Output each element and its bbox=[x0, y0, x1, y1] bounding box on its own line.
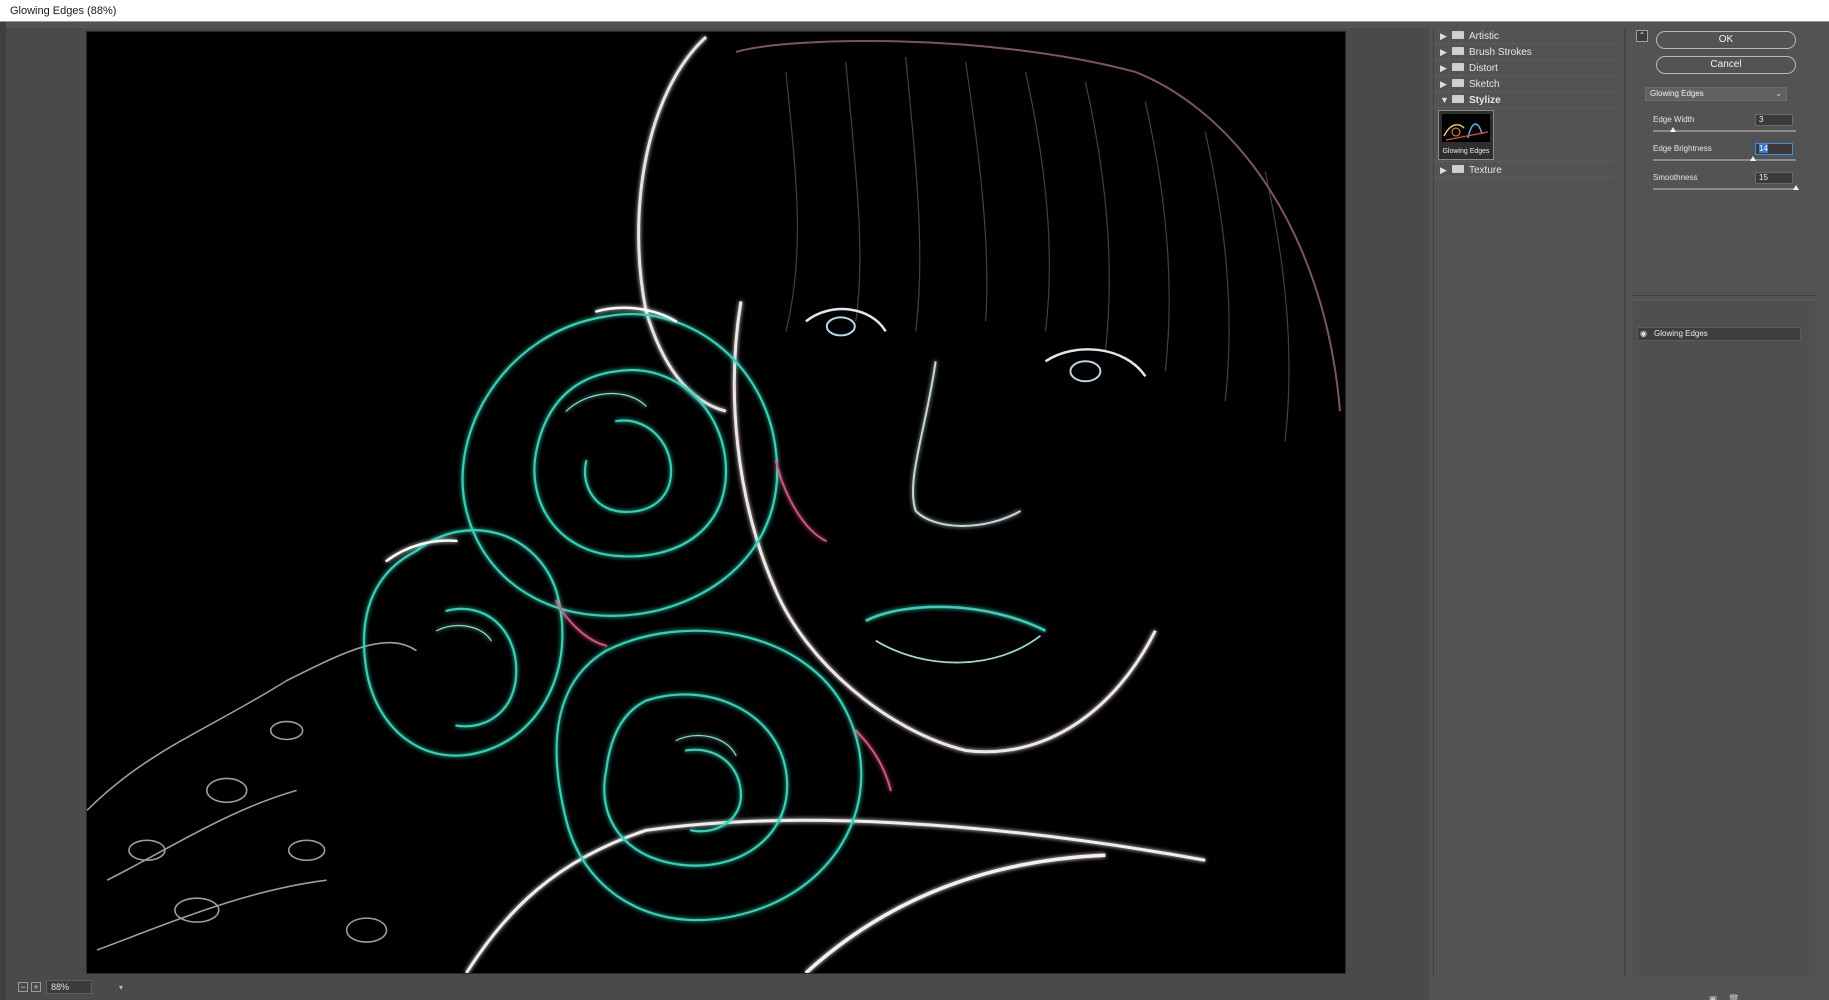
category-label: Sketch bbox=[1469, 79, 1500, 90]
filter-settings-panel: ⌃ OK Cancel Glowing Edges ⌄ Edge Width 3… bbox=[1633, 28, 1815, 296]
edge-width-value: 3 bbox=[1759, 115, 1764, 124]
category-label: Distort bbox=[1469, 63, 1498, 74]
edge-brightness-label: Edge Brightness bbox=[1653, 144, 1712, 153]
edge-brightness-slider[interactable] bbox=[1653, 159, 1796, 161]
zoom-out-icon: − bbox=[20, 982, 26, 992]
disclosure-right-icon[interactable]: ▶ bbox=[1440, 162, 1452, 178]
chevron-down-icon: ⌄ bbox=[1775, 89, 1782, 98]
new-effect-layer-icon[interactable]: ▣ bbox=[1708, 994, 1718, 1000]
zoom-field[interactable]: 88% ▾ bbox=[46, 980, 123, 994]
stylize-thumbnails: Glowing Edges bbox=[1434, 108, 1615, 162]
zoom-value: 88% bbox=[51, 982, 70, 992]
edge-width-input[interactable]: 3 bbox=[1755, 114, 1793, 126]
folder-icon bbox=[1452, 165, 1464, 174]
panel-divider[interactable] bbox=[1624, 28, 1626, 976]
filter-select[interactable]: Glowing Edges ⌄ bbox=[1645, 87, 1787, 101]
smoothness-value: 15 bbox=[1759, 173, 1768, 182]
zoom-out-button[interactable]: − bbox=[18, 982, 28, 992]
disclosure-right-icon[interactable]: ▶ bbox=[1440, 60, 1452, 76]
thumbnail-image bbox=[1442, 114, 1490, 142]
status-bar: − + 88% ▾ bbox=[6, 976, 1429, 1000]
category-artistic[interactable]: ▶ Artistic bbox=[1434, 28, 1615, 44]
smoothness-label: Smoothness bbox=[1653, 173, 1698, 182]
category-label: Texture bbox=[1469, 165, 1502, 176]
effect-layer-row[interactable]: ◉ Glowing Edges bbox=[1637, 327, 1801, 341]
edge-brightness-slider-handle[interactable] bbox=[1750, 156, 1757, 161]
edge-width-slider-handle[interactable] bbox=[1670, 127, 1677, 132]
category-label: Brush Strokes bbox=[1469, 47, 1532, 58]
chevron-down-icon[interactable]: ▾ bbox=[119, 983, 123, 992]
effect-layers-panel: ◉ Glowing Edges bbox=[1633, 300, 1815, 976]
folder-icon bbox=[1452, 95, 1464, 104]
smoothness-slider[interactable] bbox=[1653, 188, 1796, 190]
zoom-in-icon: + bbox=[33, 982, 39, 992]
preview-area bbox=[6, 28, 1429, 976]
folder-icon bbox=[1452, 63, 1464, 72]
category-brush-strokes[interactable]: ▶ Brush Strokes bbox=[1434, 44, 1615, 60]
thumbnail-caption: Glowing Edges bbox=[1442, 148, 1490, 155]
disclosure-right-icon[interactable]: ▶ bbox=[1440, 44, 1452, 60]
window-title: Glowing Edges (88%) bbox=[10, 5, 117, 17]
disclosure-right-icon[interactable]: ▶ bbox=[1440, 28, 1452, 44]
edge-brightness-input[interactable]: 14 bbox=[1755, 143, 1793, 155]
folder-icon bbox=[1452, 79, 1464, 88]
trash-icon[interactable]: 🗑 bbox=[1728, 994, 1739, 1000]
folder-icon bbox=[1452, 31, 1464, 40]
edge-brightness-value: 14 bbox=[1759, 144, 1768, 153]
filter-gallery-window: − + 88% ▾ ▶ Artistic ▶ Brush Strokes ▶ Dist… bbox=[0, 22, 1829, 1000]
category-texture[interactable]: ▶ Texture bbox=[1434, 162, 1615, 178]
category-label: Artistic bbox=[1469, 31, 1499, 42]
effect-layer-name: Glowing Edges bbox=[1654, 329, 1708, 338]
filter-thumb-glowing-edges[interactable]: Glowing Edges bbox=[1438, 110, 1494, 160]
category-label: Stylize bbox=[1469, 95, 1501, 106]
folder-icon bbox=[1452, 47, 1464, 56]
category-stylize[interactable]: ▼ Stylize bbox=[1434, 92, 1615, 108]
title-bar: Glowing Edges (88%) bbox=[0, 0, 1829, 22]
category-distort[interactable]: ▶ Distort bbox=[1434, 60, 1615, 76]
zoom-in-button[interactable]: + bbox=[31, 982, 41, 992]
preview-image[interactable] bbox=[86, 31, 1346, 974]
disclosure-right-icon[interactable]: ▶ bbox=[1440, 76, 1452, 92]
collapse-icon[interactable]: ⌃ bbox=[1636, 30, 1648, 42]
smoothness-slider-handle[interactable] bbox=[1793, 185, 1799, 190]
filter-categories-panel: ▶ Artistic ▶ Brush Strokes ▶ Distort ▶ Sketc… bbox=[1433, 28, 1615, 976]
cancel-button[interactable]: Cancel bbox=[1656, 56, 1796, 74]
edge-width-label: Edge Width bbox=[1653, 115, 1695, 124]
smoothness-input[interactable]: 15 bbox=[1755, 172, 1793, 184]
eye-icon[interactable]: ◉ bbox=[1640, 330, 1650, 338]
disclosure-down-icon[interactable]: ▼ bbox=[1440, 92, 1452, 108]
ok-button[interactable]: OK bbox=[1656, 31, 1796, 49]
category-sketch[interactable]: ▶ Sketch bbox=[1434, 76, 1615, 92]
filter-select-value: Glowing Edges bbox=[1650, 89, 1704, 98]
